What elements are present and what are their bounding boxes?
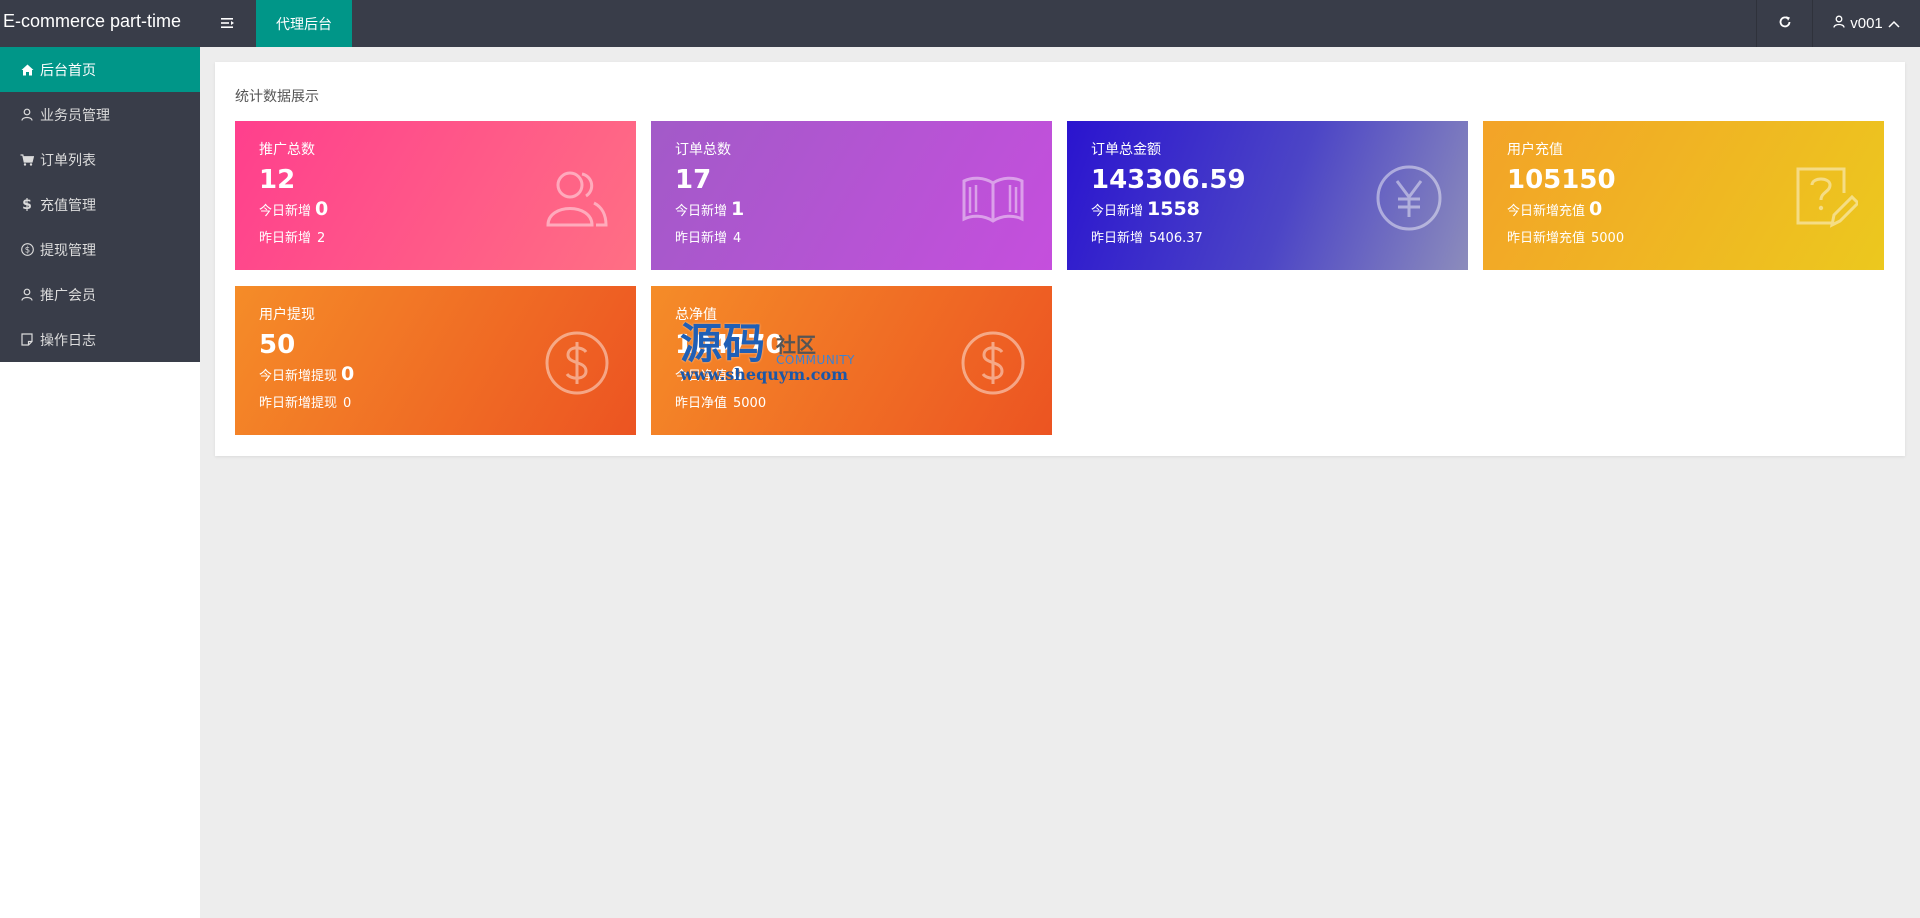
sidebar-item-salesman[interactable]: 业务员管理 (0, 92, 200, 137)
card-today-value: 0 (341, 363, 355, 385)
question-edit-icon (1792, 165, 1861, 231)
card-today-label: 今日新增充值 (1507, 204, 1586, 219)
user-menu[interactable]: v001 (1812, 0, 1920, 47)
sidebar-menu: 后台首页 业务员管理 订单列表 $ 充值管理 $ 提现管理 推广会员 操作日志 (0, 47, 200, 362)
card-yesterday-value: 5406.37 (1149, 231, 1203, 246)
users-icon (544, 165, 610, 231)
card-title: 总净值 (675, 307, 717, 323)
stat-card-recharge: 用户充值 105150 今日新增充值 0 昨日新增充值 5000 (1483, 121, 1884, 270)
card-yesterday-label: 昨日新增 (1091, 231, 1144, 246)
card-today-value: 1558 (1147, 198, 1200, 220)
sidebar-item-orders[interactable]: 订单列表 (0, 137, 200, 182)
stat-card-order-amount: 订单总金额 143306.59 今日新增 1558 昨日新增 5406.37 (1067, 121, 1468, 270)
dollar-circle-icon (960, 330, 1026, 396)
card-today-value: 0 (1589, 198, 1603, 220)
sidebar-item-home[interactable]: 后台首页 (0, 47, 200, 92)
sidebar-item-label: 提现管理 (40, 242, 96, 259)
chevron-up-icon (1888, 15, 1900, 32)
card-yesterday-label: 昨日净值 (675, 396, 728, 411)
tab-agent-backend[interactable]: 代理后台 (256, 0, 352, 47)
stat-card-withdraw: 用户提现 50 今日新增提现 0 昨日新增提现 0 (235, 286, 636, 435)
stat-card-orders: 订单总数 17 今日新增 1 昨日新增 4 (651, 121, 1052, 270)
menu-toggle-button[interactable] (200, 0, 256, 47)
card-yesterday-label: 昨日新增提现 (259, 396, 338, 411)
stat-card-promotion: 推广总数 12 今日新增 0 昨日新增 2 (235, 121, 636, 270)
refresh-icon (1778, 14, 1792, 33)
dollar-circle-icon (544, 330, 610, 396)
svg-text:$: $ (24, 246, 29, 256)
card-today-value: 0 (731, 363, 745, 385)
card-yesterday-label: 昨日新增充值 (1507, 231, 1586, 246)
card-title: 订单总金额 (1091, 142, 1161, 158)
username: v001 (1850, 15, 1883, 32)
user-icon (1833, 15, 1845, 32)
sidebar-item-members[interactable]: 推广会员 (0, 272, 200, 317)
sidebar: 后台首页 业务员管理 订单列表 $ 充值管理 $ 提现管理 推广会员 操作日志 (0, 47, 200, 918)
note-icon (20, 333, 34, 347)
main-content: 统计数据展示 推广总数 12 今日新增 0 昨日新增 2 订单总数 17 今日新增 1… (200, 47, 1920, 918)
card-title: 用户充值 (1507, 142, 1563, 158)
sidebar-item-recharge[interactable]: $ 充值管理 (0, 182, 200, 227)
yen-circle-icon (1376, 165, 1442, 231)
card-yesterday-value: 5000 (733, 396, 767, 411)
sidebar-item-label: 订单列表 (40, 152, 96, 169)
cart-icon (20, 153, 34, 167)
sidebar-item-label: 充值管理 (40, 197, 96, 214)
stat-card-net-value: 总净值 104770 今日净值 0 昨日净值 5000 (651, 286, 1052, 435)
card-title: 订单总数 (675, 142, 731, 158)
card-title: 用户提现 (259, 307, 315, 323)
card-title: 推广总数 (259, 142, 315, 158)
card-today-value: 1 (731, 198, 745, 220)
refresh-button[interactable] (1756, 0, 1812, 47)
sidebar-item-label: 后台首页 (40, 62, 96, 79)
card-today-label: 今日新增 (675, 204, 728, 219)
top-navbar: E-commerce part-time 代理后台 v001 (0, 0, 1920, 47)
dollar-circle-icon: $ (20, 243, 34, 257)
panel-title: 统计数据展示 (235, 89, 319, 105)
card-yesterday-value: 2 (317, 231, 326, 246)
brand-title[interactable]: E-commerce part-time (0, 0, 200, 47)
card-yesterday-value: 4 (733, 231, 742, 246)
sidebar-item-logs[interactable]: 操作日志 (0, 317, 200, 362)
card-today-label: 今日新增提现 (259, 369, 338, 384)
sidebar-item-label: 业务员管理 (40, 107, 110, 124)
sidebar-item-label: 操作日志 (40, 332, 96, 349)
card-yesterday-label: 昨日新增 (259, 231, 312, 246)
stats-panel: 统计数据展示 推广总数 12 今日新增 0 昨日新增 2 订单总数 17 今日新增 1… (215, 62, 1905, 456)
user-icon (20, 108, 34, 122)
card-yesterday-label: 昨日新增 (675, 231, 728, 246)
user-icon (20, 288, 34, 302)
card-today-label: 今日净值 (675, 369, 728, 384)
card-today-label: 今日新增 (1091, 204, 1144, 219)
book-icon (960, 165, 1026, 231)
menu-toggle-icon (221, 14, 235, 33)
home-icon (20, 63, 34, 77)
card-today-value: 0 (315, 198, 329, 220)
dollar-icon: $ (22, 196, 32, 213)
card-yesterday-value: 0 (343, 396, 352, 411)
sidebar-item-label: 推广会员 (40, 287, 96, 304)
card-today-label: 今日新增 (259, 204, 312, 219)
card-yesterday-value: 5000 (1591, 231, 1625, 246)
sidebar-item-withdraw[interactable]: $ 提现管理 (0, 227, 200, 272)
